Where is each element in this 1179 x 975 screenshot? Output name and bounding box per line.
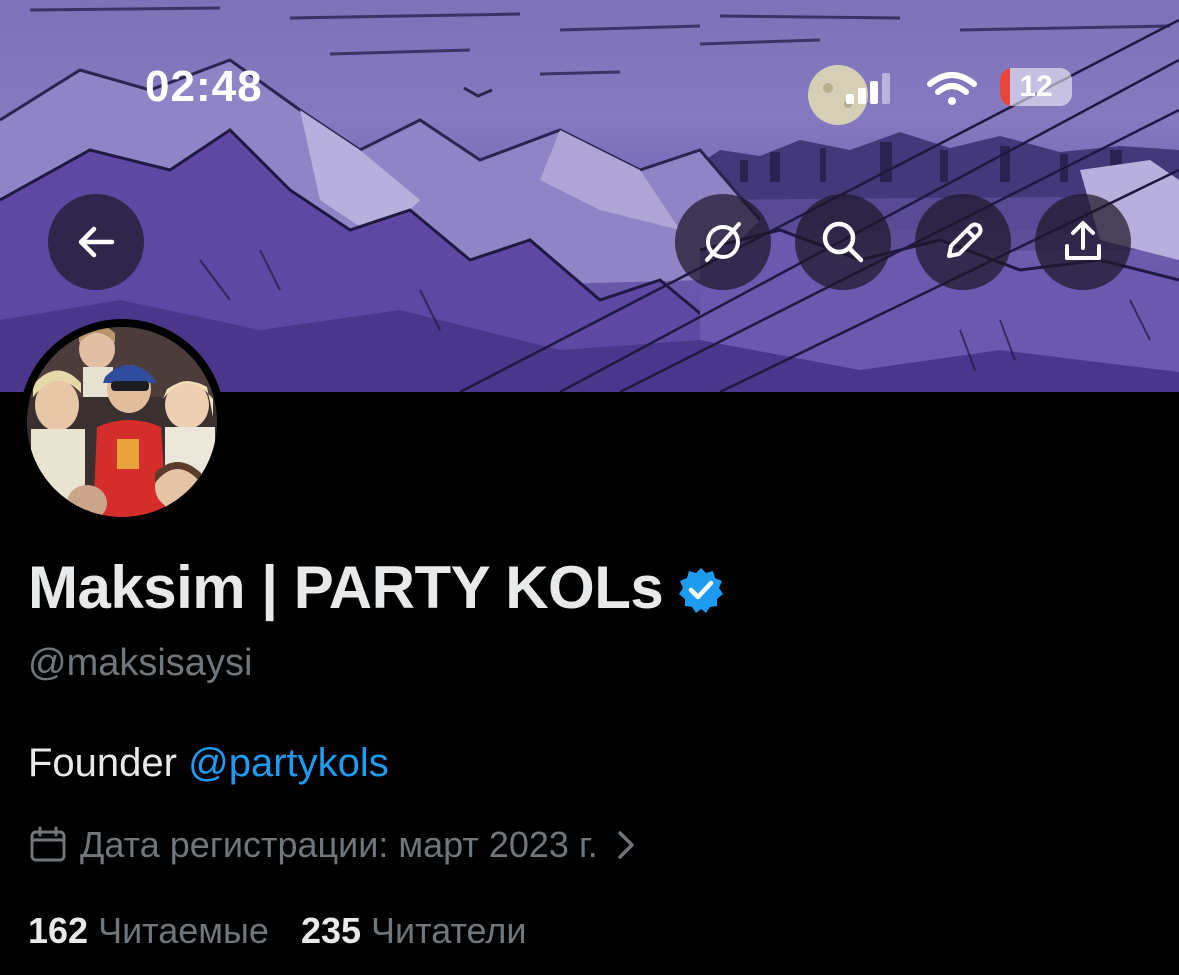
bio-text: Founder: [28, 741, 189, 785]
share-upload-icon: [1065, 221, 1101, 260]
grok-button[interactable]: [675, 194, 771, 290]
edit-pencil-icon: [947, 222, 983, 258]
arrow-left-icon: [78, 226, 115, 258]
profile-name-row: Maksim | PARTY KOLs: [28, 553, 725, 622]
followers-label: Читатели: [371, 910, 527, 951]
status-time: 02:48: [145, 62, 263, 111]
verified-badge-icon[interactable]: [677, 566, 725, 614]
following-stat[interactable]: 162 Читаемые: [28, 910, 269, 952]
share-button[interactable]: [1035, 194, 1131, 290]
battery-level: 12: [1019, 70, 1053, 103]
join-date-row[interactable]: Дата регистрации: март 2023 г.: [28, 824, 636, 866]
back-button[interactable]: [48, 194, 144, 290]
status-icons: [846, 72, 977, 105]
battery-icon: 12: [1000, 68, 1072, 106]
following-count: 162: [28, 910, 89, 951]
followers-stat[interactable]: 235 Читатели: [301, 910, 527, 952]
bio-mention-link[interactable]: @partykols: [188, 741, 389, 785]
search-button[interactable]: [795, 194, 891, 290]
edit-button[interactable]: [915, 194, 1011, 290]
join-date-text: Дата регистрации: март 2023 г.: [80, 824, 598, 865]
following-label: Читаемые: [98, 910, 269, 951]
cellular-signal-icon: [846, 73, 890, 104]
follow-stats: 162 Читаемые 235 Читатели: [28, 910, 559, 952]
calendar-icon: [30, 826, 66, 862]
wifi-icon: [927, 72, 977, 105]
profile-avatar[interactable]: [19, 319, 225, 525]
avatar-photo: [27, 327, 217, 517]
chevron-right-icon: [617, 831, 634, 859]
profile-name: Maksim | PARTY KOLs: [28, 554, 664, 621]
followers-count: 235: [300, 910, 362, 951]
search-icon: [822, 221, 864, 263]
profile-bio: Founder @partykols: [28, 741, 389, 786]
profile-handle: @maksisaysi: [28, 642, 253, 684]
grok-icon: [705, 222, 741, 262]
